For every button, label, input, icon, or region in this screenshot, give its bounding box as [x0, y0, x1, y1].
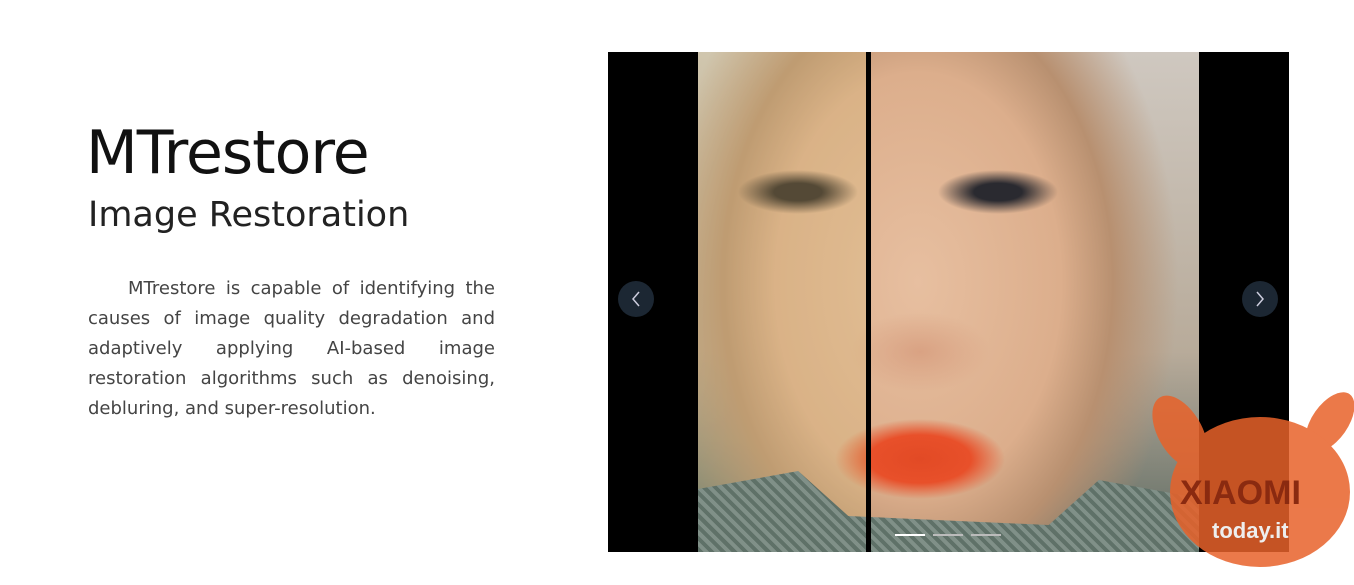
watermark-logo: XIAOMI today.it [1152, 392, 1354, 567]
sweater [698, 471, 1199, 552]
description: MTrestore is capable of identifying the … [88, 278, 495, 419]
slide-indicators [895, 534, 1001, 536]
slide-dot-1[interactable] [895, 534, 925, 536]
page-subtitle: Image Restoration [88, 195, 410, 235]
next-slide-button[interactable] [1242, 281, 1278, 317]
slide-dot-3[interactable] [971, 534, 1001, 536]
comparison-divider[interactable] [866, 52, 871, 552]
chevron-right-icon [1256, 291, 1264, 307]
chevron-left-icon [632, 291, 640, 307]
svg-text:today.it: today.it [1212, 518, 1289, 543]
svg-text:XIAOMI: XIAOMI [1180, 474, 1301, 512]
page-title: MTrestore [86, 118, 370, 188]
prev-slide-button[interactable] [618, 281, 654, 317]
slide-dot-2[interactable] [933, 534, 963, 536]
before-after-image [698, 52, 1199, 552]
